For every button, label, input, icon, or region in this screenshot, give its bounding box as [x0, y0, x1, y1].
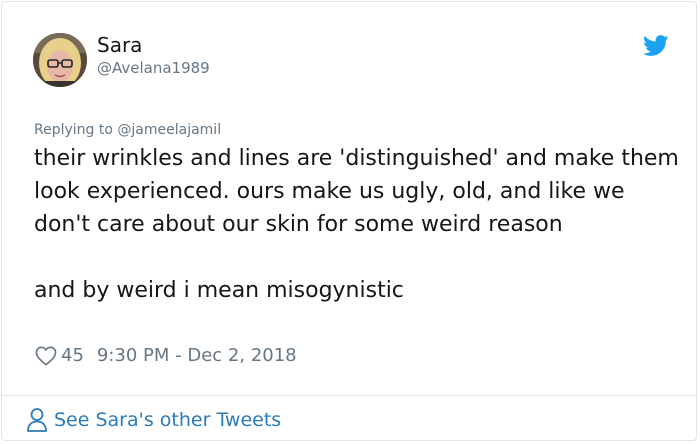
timestamp-link[interactable]: 9:30 PM - Dec 2, 2018: [97, 345, 297, 366]
replying-to-prefix: Replying to: [34, 122, 118, 138]
avatar-image: [33, 33, 87, 87]
tweet-paragraph: their wrinkles and lines are 'distinguis…: [34, 146, 679, 237]
like-button[interactable]: 45: [35, 345, 84, 366]
twitter-bird-icon[interactable]: [643, 35, 669, 57]
see-other-tweets-label: See Sara's other Tweets: [54, 409, 282, 431]
display-name[interactable]: Sara: [97, 33, 142, 57]
reply-mention-link[interactable]: @jameelajamil: [117, 122, 221, 138]
user-handle[interactable]: @Avelana1989: [97, 59, 210, 77]
replying-to: Replying to @jameelajamil: [34, 122, 221, 138]
see-other-tweets-link[interactable]: See Sara's other Tweets: [26, 407, 281, 433]
heart-icon: [35, 346, 57, 365]
tweet-paragraph: and by weird i mean misogynistic: [34, 278, 404, 303]
tweet-text: their wrinkles and lines are 'distinguis…: [34, 142, 684, 307]
avatar[interactable]: [33, 33, 87, 87]
tweet-card: Sara @Avelana1989 Replying to @jameelaja…: [1, 1, 697, 441]
like-count: 45: [61, 345, 84, 366]
tweet-meta: 45 9:30 PM - Dec 2, 2018: [35, 345, 297, 366]
person-icon: [27, 408, 47, 432]
divider: [2, 395, 696, 396]
